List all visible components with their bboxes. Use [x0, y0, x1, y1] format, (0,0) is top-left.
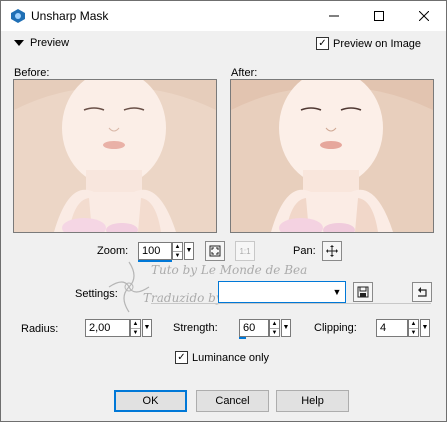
zoom-fit-icon: [209, 245, 221, 257]
zoom-spinner[interactable]: ▲ ▼: [172, 242, 183, 260]
zoom-fit-button[interactable]: [205, 241, 225, 261]
help-button[interactable]: Help: [276, 390, 349, 412]
spin-up-icon[interactable]: ▲: [270, 320, 279, 328]
spin-up-icon[interactable]: ▲: [409, 320, 418, 328]
strength-label: Strength:: [173, 322, 218, 334]
before-label: Before:: [14, 67, 50, 79]
spin-down-icon[interactable]: ▼: [270, 328, 279, 337]
preview-on-image-label: Preview on Image: [333, 37, 422, 50]
pan-label: Pan:: [293, 245, 316, 257]
clipping-spinner[interactable]: ▲ ▼: [408, 319, 419, 337]
radius-label: Radius:: [21, 323, 59, 335]
settings-combobox[interactable]: ▼: [218, 281, 346, 303]
spin-down-icon[interactable]: ▼: [131, 328, 140, 337]
clipping-input[interactable]: 4: [376, 319, 408, 337]
before-preview-image[interactable]: [13, 79, 217, 233]
unsharp-mask-dialog: Unsharp Mask Preview ✓ Preview on Image …: [0, 0, 447, 422]
after-label: After:: [231, 67, 258, 79]
settings-label: Settings:: [75, 288, 118, 300]
clipping-dropdown-arrow-icon[interactable]: ▼: [420, 319, 430, 337]
clipping-label: Clipping:: [314, 322, 357, 334]
preview-label: Preview: [30, 37, 70, 49]
chevron-down-icon[interactable]: ▼: [329, 282, 345, 302]
after-preview-image[interactable]: [230, 79, 434, 233]
spin-up-icon[interactable]: ▲: [131, 320, 140, 328]
spin-up-icon[interactable]: ▲: [173, 243, 182, 251]
zoom-actual-size-button[interactable]: 1:1: [235, 241, 255, 261]
save-preset-button[interactable]: [353, 282, 373, 302]
strength-input[interactable]: 60: [239, 319, 269, 337]
watermark-line-1: Tuto by Le Monde de Bea: [151, 263, 308, 277]
radius-dropdown-arrow-icon[interactable]: ▼: [142, 319, 152, 337]
spin-down-icon[interactable]: ▼: [409, 328, 418, 337]
floppy-disk-icon: [357, 286, 369, 298]
zoom-label: Zoom:: [97, 245, 129, 257]
one-to-one-icon: 1:1: [239, 246, 251, 256]
collapse-triangle-icon: [14, 40, 24, 46]
luminance-only-label: Luminance only: [192, 351, 270, 364]
pan-button[interactable]: [322, 241, 342, 261]
close-icon[interactable]: [401, 1, 446, 31]
app-icon: [11, 9, 25, 23]
reset-arrow-icon: [418, 287, 427, 297]
zoom-dropdown-arrow-icon[interactable]: ▼: [184, 242, 194, 260]
cancel-button[interactable]: Cancel: [196, 390, 269, 412]
strength-spinner[interactable]: ▲ ▼: [269, 319, 280, 337]
window-title: Unsharp Mask: [31, 9, 109, 23]
ok-button[interactable]: OK: [114, 390, 187, 412]
luminance-only-checkbox[interactable]: ✓ Luminance only: [175, 351, 269, 364]
reset-button[interactable]: [412, 282, 432, 302]
radius-spinner[interactable]: ▲ ▼: [130, 319, 141, 337]
preview-on-image-checkbox[interactable]: ✓ Preview on Image: [316, 37, 421, 50]
checkmark-icon: ✓: [175, 351, 188, 364]
strength-dropdown-arrow-icon[interactable]: ▼: [281, 319, 291, 337]
checkmark-icon: ✓: [316, 37, 329, 50]
preview-toggle[interactable]: Preview: [14, 37, 69, 49]
minimize-icon[interactable]: [311, 1, 356, 31]
strength-input-focus-underline: [239, 337, 246, 339]
radius-input[interactable]: 2,00: [85, 319, 130, 337]
watermark-flourish-icon: [108, 261, 150, 313]
maximize-icon[interactable]: [356, 1, 401, 31]
title-bar[interactable]: Unsharp Mask: [1, 1, 446, 31]
spin-down-icon[interactable]: ▼: [173, 251, 182, 260]
settings-divider: [151, 303, 431, 304]
move-cross-icon: [326, 245, 338, 257]
